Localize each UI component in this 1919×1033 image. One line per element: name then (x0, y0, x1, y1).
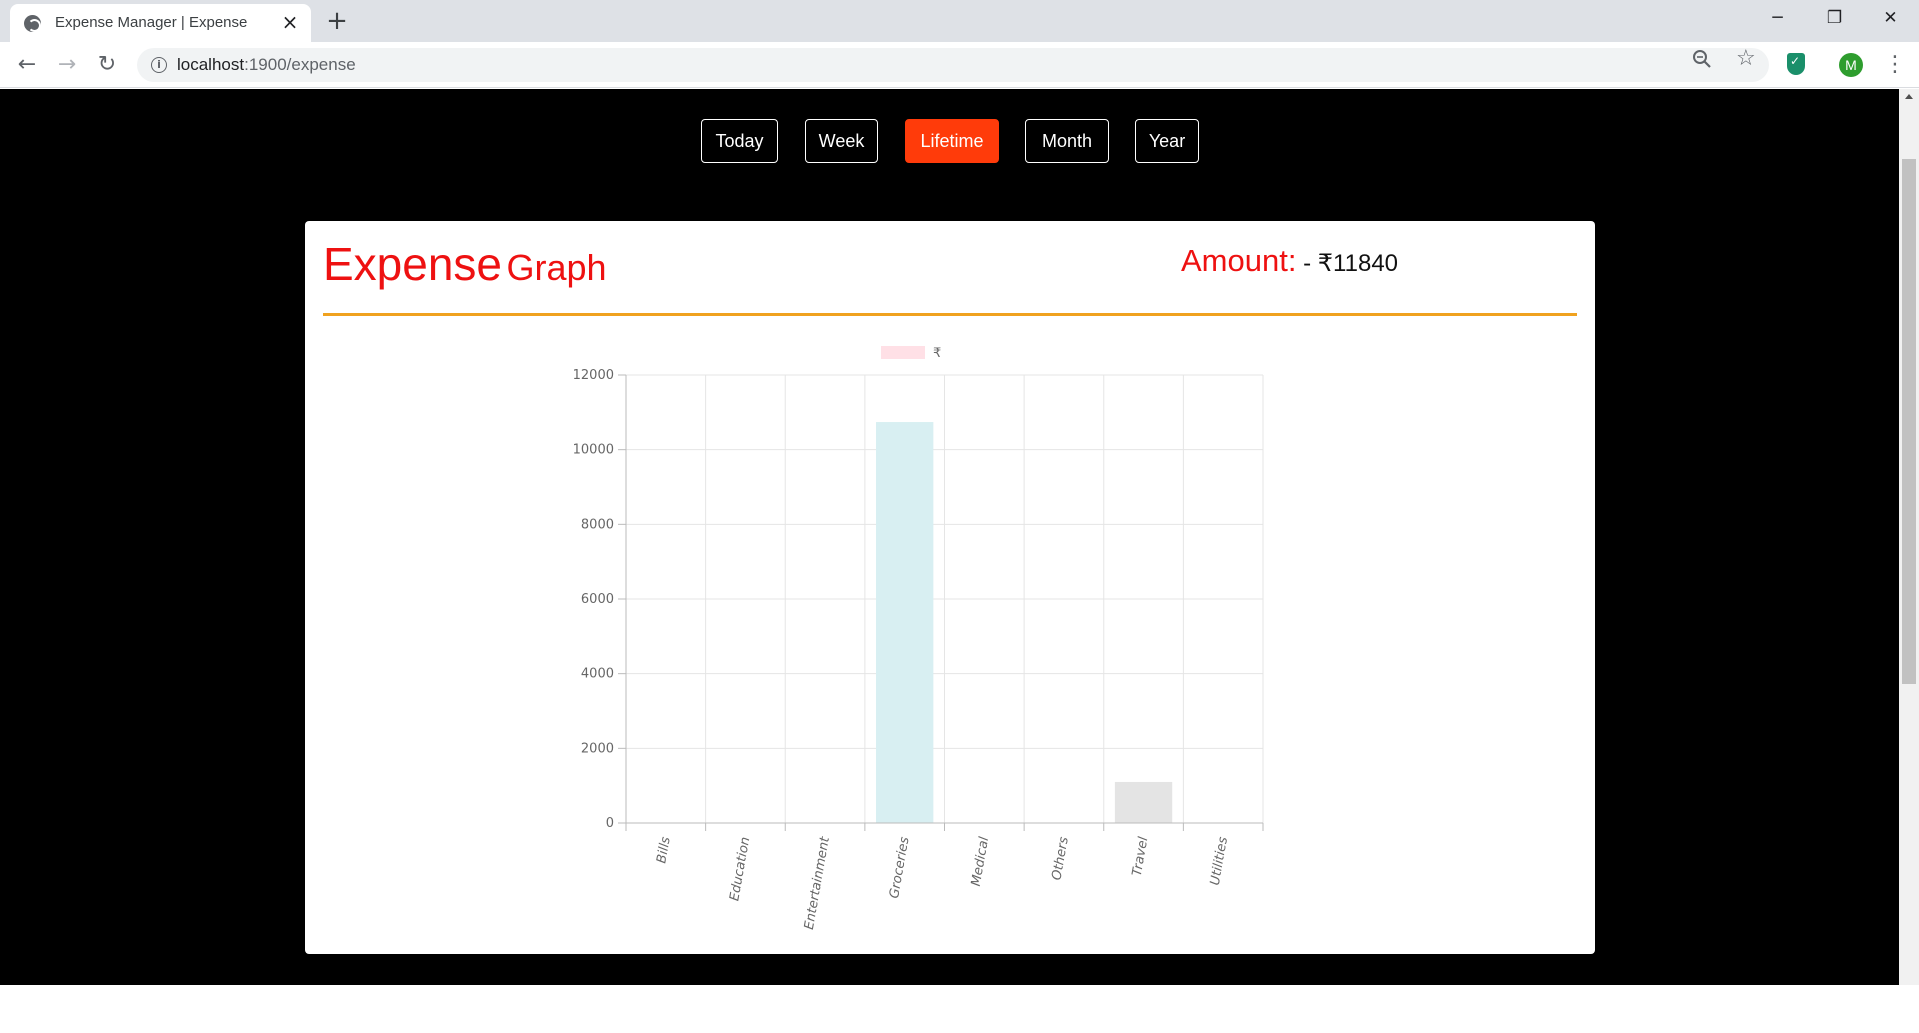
arrow-left-icon[interactable]: ← (11, 49, 43, 81)
bar-travel[interactable] (1114, 781, 1173, 823)
minimize-icon[interactable]: ─ (1749, 0, 1806, 36)
kebab-menu-icon[interactable]: ⋮ (1884, 49, 1906, 81)
address-bar[interactable]: i localhost:1900/expense (137, 48, 1769, 82)
period-button-year[interactable]: Year (1135, 119, 1199, 163)
browser-tabstrip: Expense Manager | Expense × + ─ ❐ ✕ (0, 0, 1919, 42)
bar-groceries[interactable] (876, 422, 934, 823)
x-tick-label: Medical (969, 835, 992, 887)
chart-grid (625, 374, 1264, 824)
browser-toolbar: ← → ↻ i localhost:1900/expense ☆ M ⋮ (0, 42, 1919, 88)
info-icon[interactable]: i (151, 57, 167, 73)
y-tick-label: 12000 (573, 368, 614, 383)
y-tick-label: 0 (606, 816, 614, 831)
expense-graph-card: Expense Graph Amount: - ₹11840 ₹ 0 2000 40… (305, 221, 1595, 954)
reload-icon[interactable]: ↻ (91, 49, 123, 81)
x-tick-label: Others (1049, 836, 1071, 882)
scroll-up-icon[interactable] (1905, 94, 1913, 99)
period-button-today[interactable]: Today (701, 119, 778, 163)
y-tick-label: 4000 (581, 667, 614, 682)
chart-legend[interactable]: ₹ (881, 346, 941, 361)
y-tick-label: 2000 (581, 741, 614, 756)
scroll-thumb[interactable] (1902, 159, 1916, 684)
vertical-scrollbar[interactable] (1899, 89, 1919, 985)
legend-swatch[interactable] (881, 346, 925, 359)
magnifier-icon[interactable] (1692, 49, 1712, 69)
shield-icon[interactable] (1787, 53, 1805, 75)
period-button-month[interactable]: Month (1025, 119, 1109, 163)
expense-bar-chart: ₹ 0 2000 4000 6000 8000 10000 12000 Bills Educat… (573, 346, 1264, 931)
url-text[interactable]: localhost:1900/expense (177, 55, 356, 75)
x-tick-label: Travel (1130, 835, 1152, 877)
url-path: :1900/expense (244, 55, 356, 74)
y-tick-label: 10000 (573, 443, 614, 458)
y-tick-label: 8000 (581, 517, 614, 532)
page-viewport: Today Week Lifetime Month Year Expense G… (0, 89, 1899, 985)
y-tick-label: 6000 (581, 592, 614, 607)
x-tick-label: Groceries (887, 836, 913, 900)
star-icon[interactable]: ☆ (1736, 46, 1756, 71)
period-filter-bar: Today Week Lifetime Month Year (0, 119, 1899, 163)
close-icon[interactable]: × (279, 11, 301, 33)
avatar[interactable]: M (1839, 53, 1863, 77)
arrow-right-icon[interactable]: → (51, 49, 83, 81)
tab-title: Expense Manager | Expense (55, 14, 248, 31)
plus-icon[interactable]: + (322, 6, 352, 36)
globe-icon (24, 15, 41, 32)
restore-icon[interactable]: ❐ (1806, 0, 1863, 36)
x-tick-label: Education (727, 836, 753, 902)
x-tick-label: Utilities (1208, 836, 1231, 887)
period-button-week[interactable]: Week (805, 119, 878, 163)
url-host: localhost (177, 55, 245, 74)
x-tick-label: Bills (654, 836, 673, 865)
browser-tab[interactable]: Expense Manager | Expense × (10, 4, 311, 42)
legend-label[interactable]: ₹ (933, 346, 941, 361)
period-button-lifetime[interactable]: Lifetime (905, 119, 999, 163)
window-close-icon[interactable]: ✕ (1862, 0, 1919, 36)
x-tick-label: Entertainment (802, 835, 833, 931)
